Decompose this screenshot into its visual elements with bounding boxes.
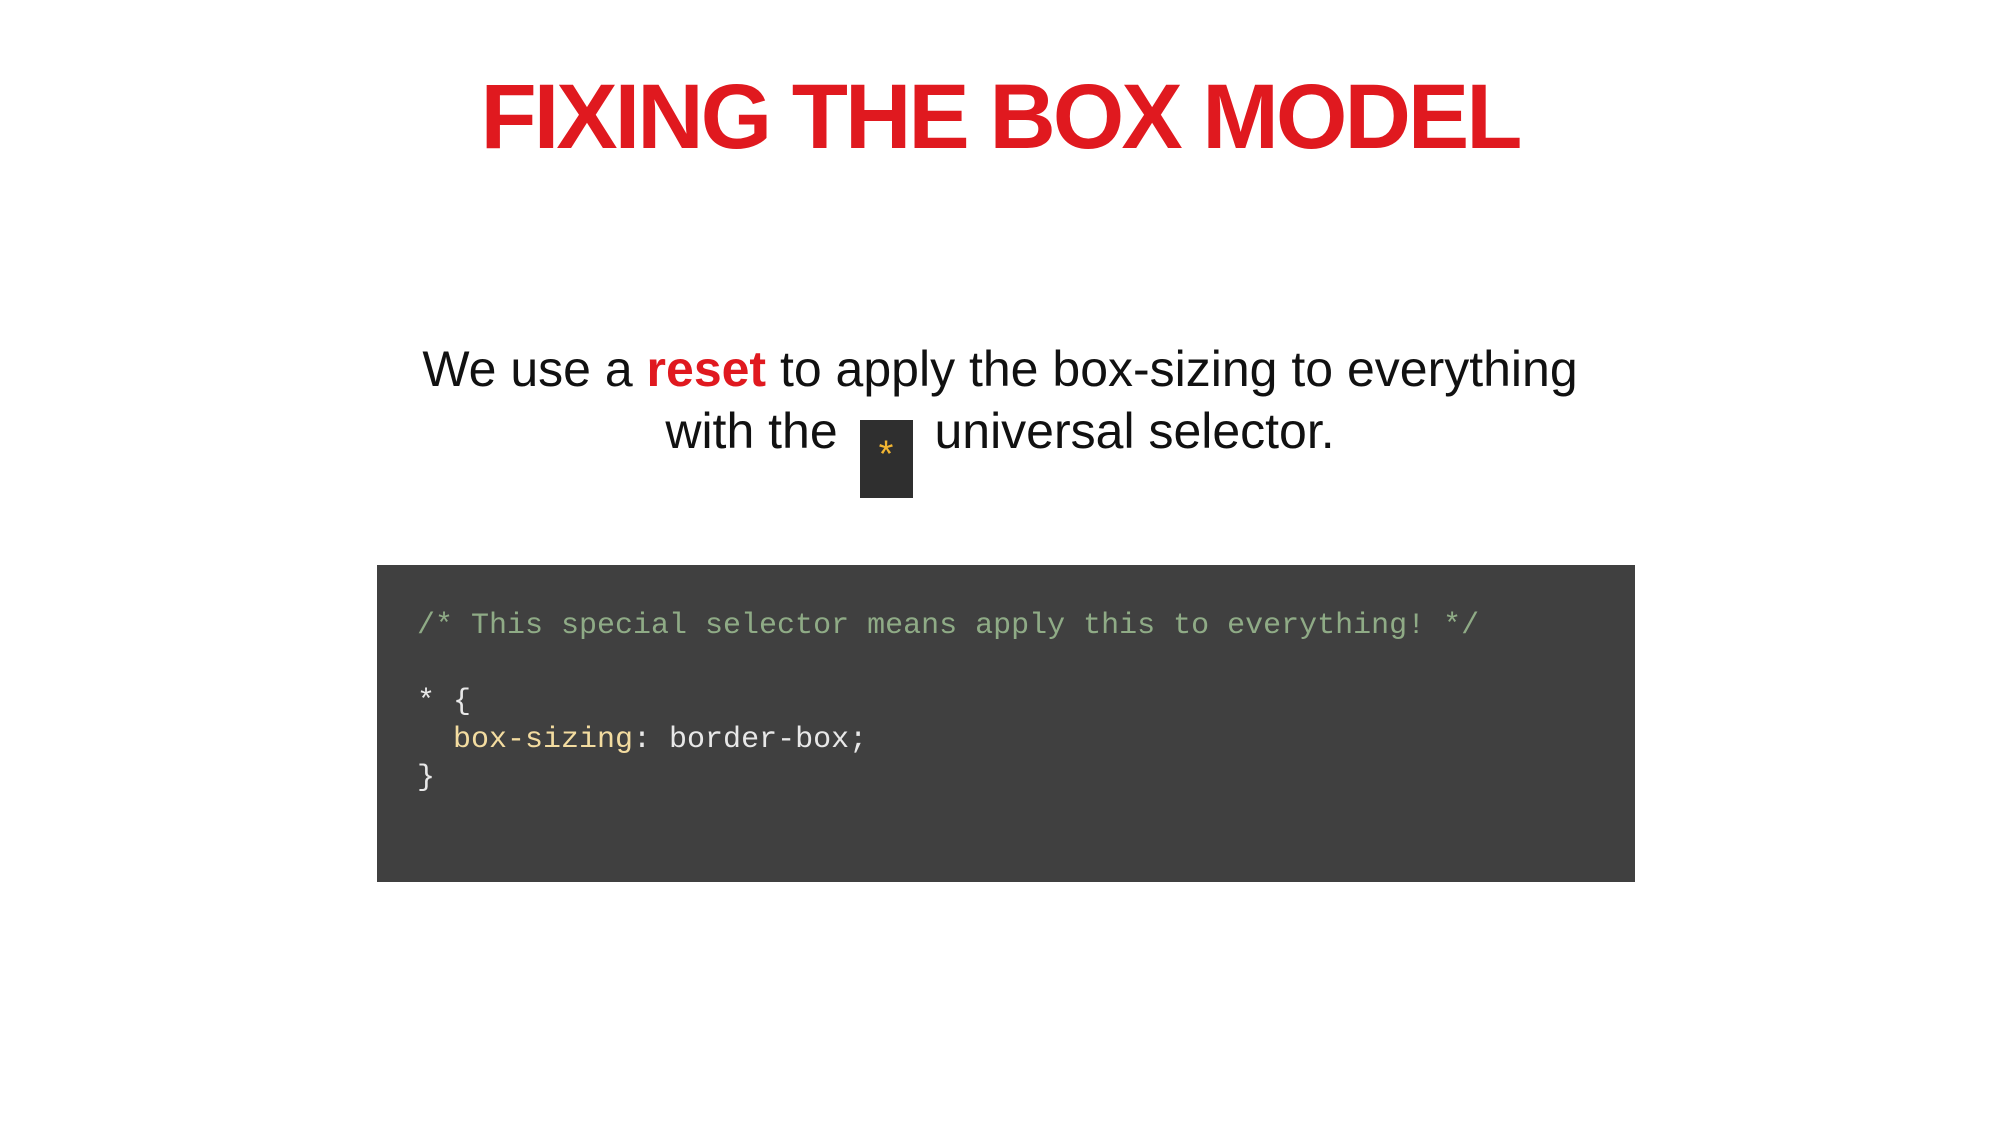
intro-text: We use a reset to apply the box-sizing t… xyxy=(0,338,2000,498)
code-value: : border-box; xyxy=(633,723,868,757)
intro-line-1: We use a reset to apply the box-sizing t… xyxy=(0,338,2000,400)
code-selector-open: * { xyxy=(417,685,472,719)
universal-selector-code: * xyxy=(859,420,913,498)
intro-part-1: We use a xyxy=(422,341,647,397)
slide-title: FIXING THE BOX MODEL xyxy=(480,66,1523,168)
code-declaration: box-sizing: border-box; xyxy=(417,721,1595,759)
intro-part-4: universal selector. xyxy=(920,403,1335,459)
code-comment: /* This special selector means apply thi… xyxy=(417,609,1480,643)
code-block: /* This special selector means apply thi… xyxy=(377,565,1635,882)
intro-part-3: with the xyxy=(665,403,852,459)
reset-highlight: reset xyxy=(646,341,767,397)
intro-line-2: with the * universal selector. xyxy=(0,400,2000,498)
intro-part-2: to apply the box-sizing to everything xyxy=(766,341,1578,397)
code-close: } xyxy=(417,761,436,795)
code-property: box-sizing xyxy=(453,723,634,757)
